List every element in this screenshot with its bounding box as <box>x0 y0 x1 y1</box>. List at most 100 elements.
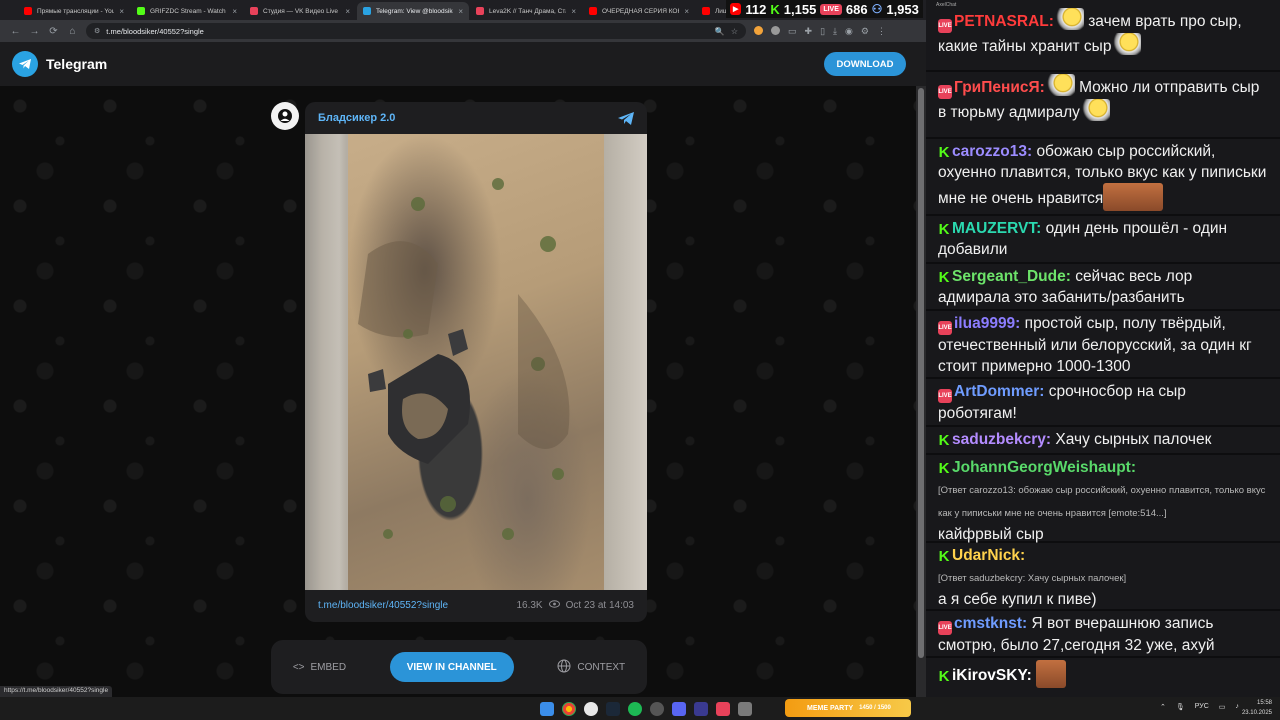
lang-indicator[interactable]: РУС <box>1195 703 1209 711</box>
chat-message: LIVE ГриПенисЯ: Можно ли отправить сыр в … <box>926 74 1280 139</box>
chat-message: LIVE cmstknst: Я вот вчерашнюю запись смо… <box>926 613 1280 658</box>
tab-favicon-icon <box>589 7 597 15</box>
chat-message: K UdarNick: [Ответ saduzbekcry: Хачу сырны… <box>926 545 1280 611</box>
chat-nickname[interactable]: PETNASRAL: <box>954 13 1054 30</box>
windows-start-icon[interactable] <box>540 701 554 716</box>
media-player-icon[interactable] <box>694 701 708 716</box>
chat-nickname[interactable]: saduzbekcry: <box>952 431 1051 448</box>
discord-icon[interactable] <box>672 701 686 716</box>
browser-tab[interactable]: Telegram: View @bloodsiker × <box>357 2 469 20</box>
stream-chat-panel: LIVE PETNASRAL: зачем врать про сыр, каки… <box>926 0 1280 697</box>
app-icon[interactable] <box>650 701 664 716</box>
tab-close-icon[interactable]: × <box>458 7 463 16</box>
telegram-header: Telegram DOWNLOAD <box>0 42 926 86</box>
post-author[interactable]: Бладсикер 2.0 <box>318 112 395 124</box>
chat-nickname[interactable]: iKirovSKY: <box>952 667 1032 684</box>
site-info-icon[interactable]: ⚙ <box>94 27 100 35</box>
telegram-brand[interactable]: Telegram <box>46 56 107 72</box>
eye-icon <box>548 600 560 611</box>
tab-favicon-icon <box>24 7 32 15</box>
forward-icon[interactable]: → <box>25 26 44 37</box>
tab-close-icon[interactable]: × <box>345 7 350 16</box>
app-icon[interactable] <box>738 701 752 716</box>
photo-blur-edge <box>604 134 647 590</box>
network-icon[interactable]: ▭ <box>1219 703 1226 711</box>
tray-chevron-icon[interactable]: ⌃ <box>1160 703 1166 711</box>
volume-icon[interactable]: ♪ <box>1235 703 1239 711</box>
tab-close-icon[interactable]: × <box>119 7 124 16</box>
viewer-stats: ▶ 112 K 1,155 LIVE 686 ⚇ 1,953 <box>726 0 923 18</box>
profile-icon[interactable]: ◉ <box>845 26 853 37</box>
app-active-icon[interactable] <box>716 701 730 716</box>
obs-icon[interactable] <box>584 701 598 716</box>
clock[interactable]: 15:58 23.10.2025 <box>1242 698 1272 718</box>
chat-nickname[interactable]: carozzo13: <box>952 143 1032 160</box>
chat-nickname[interactable]: UdarNick: <box>952 547 1025 564</box>
chat-nickname[interactable]: ArtDommer: <box>954 383 1044 400</box>
sidepanel-icon[interactable]: ▯ <box>820 26 825 37</box>
cast-icon[interactable]: ▭ <box>788 26 797 37</box>
chrome-icon[interactable] <box>562 701 576 716</box>
chat-nickname[interactable]: MAUZERVT: <box>952 220 1041 237</box>
code-icon: <> <box>292 661 305 673</box>
view-in-channel-button[interactable]: VIEW IN CHANNEL <box>389 652 514 682</box>
chat-nickname[interactable]: cmstknst: <box>954 615 1027 632</box>
embed-button[interactable]: <> EMBED <box>293 662 346 673</box>
telegram-plane-icon[interactable] <box>617 111 635 131</box>
browser-toolbar: ← → ⟳ ⌂ ⚙ t.me/bloodsiker/40552?single 🔍… <box>0 20 926 42</box>
download-icon[interactable]: ⤓ <box>833 26 837 37</box>
context-button[interactable]: CONTEXT <box>557 659 625 676</box>
kick-icon: K <box>938 432 950 449</box>
settings-icon[interactable]: ⚙ <box>861 26 869 37</box>
tab-close-icon[interactable]: × <box>232 7 237 16</box>
bookmark-star-icon[interactable]: ☆ <box>731 27 738 36</box>
scrollbar-thumb[interactable] <box>918 88 924 658</box>
zoom-icon[interactable]: 🔍 <box>715 27 725 36</box>
extensions-puzzle-icon[interactable]: ✚ <box>805 26 813 37</box>
reload-icon[interactable]: ⟳ <box>44 26 63 37</box>
tab-close-icon[interactable]: × <box>571 7 576 16</box>
browser-tab[interactable]: GRIFZDC Stream - Watch Liv × <box>131 2 243 20</box>
vk-live-icon: LIVE <box>938 621 952 635</box>
post-link[interactable]: t.me/bloodsiker/40552?single <box>318 600 448 611</box>
chat-message: LIVE ArtDommer: срочносбор на сыр роботяг… <box>926 381 1280 427</box>
meme-party-label: MEME PARTY <box>807 704 854 712</box>
chat-reply-quote: [Ответ saduzbekcry: Хачу сырных палочек] <box>938 573 1127 584</box>
chat-nickname[interactable]: ГриПенисЯ: <box>954 79 1045 96</box>
menu-icon[interactable]: ⋮ <box>877 26 886 37</box>
chat-message: K Sergeant_Dude: сейчас весь лор адмирала… <box>926 266 1280 311</box>
tab-favicon-icon <box>363 7 371 15</box>
meme-party-count: 1450 / 1500 <box>859 705 891 711</box>
chat-nickname[interactable]: JohannGeorgWeishaupt: <box>952 459 1136 476</box>
extension-icon[interactable] <box>771 25 780 35</box>
post-photo[interactable] <box>305 134 647 590</box>
extension-icon[interactable] <box>754 25 763 35</box>
tab-close-icon[interactable]: × <box>684 7 689 16</box>
face-emote-icon <box>1036 660 1067 688</box>
back-icon[interactable]: ← <box>6 26 25 37</box>
page-scrollbar[interactable] <box>916 86 926 697</box>
mic-icon[interactable]: 🎙 <box>1176 703 1185 711</box>
channel-avatar[interactable] <box>271 102 299 130</box>
views-count: 16.3K <box>516 600 543 611</box>
telegram-logo-icon[interactable] <box>12 51 38 77</box>
steam-icon[interactable] <box>606 701 620 716</box>
tab-favicon-icon <box>137 7 145 15</box>
home-icon[interactable]: ⌂ <box>63 26 82 37</box>
meme-party-widget[interactable]: MEME PARTY 1450 / 1500 <box>785 699 911 717</box>
vk-live-icon: LIVE <box>938 389 952 403</box>
browser-tab[interactable]: Студия — VK Видео Live × <box>244 2 356 20</box>
cheese-emote-icon <box>1079 99 1110 121</box>
spotify-icon[interactable] <box>628 701 642 716</box>
chat-nickname[interactable]: Sergeant_Dude: <box>952 268 1071 285</box>
address-bar[interactable]: ⚙ t.me/bloodsiker/40552?single 🔍 ☆ <box>86 23 746 39</box>
chat-nickname[interactable]: ilua9999: <box>954 315 1020 332</box>
browser-tab[interactable]: Leva2K // Танч Драма, Стакс × <box>470 2 582 20</box>
download-button[interactable]: DOWNLOAD <box>824 52 906 76</box>
browser-tab[interactable]: ОЧЕРЕДНАЯ СЕРИЯ КОНФЛ × <box>583 2 695 20</box>
chat-message: Ksaduzbekcry: Хачу сырных палочек <box>926 429 1280 455</box>
vk-live-icon: LIVE <box>938 85 952 99</box>
kick-icon: K <box>938 269 950 286</box>
browser-tab[interactable]: Прямые трансляции - YouT × <box>18 2 130 20</box>
photo-image <box>348 134 604 590</box>
